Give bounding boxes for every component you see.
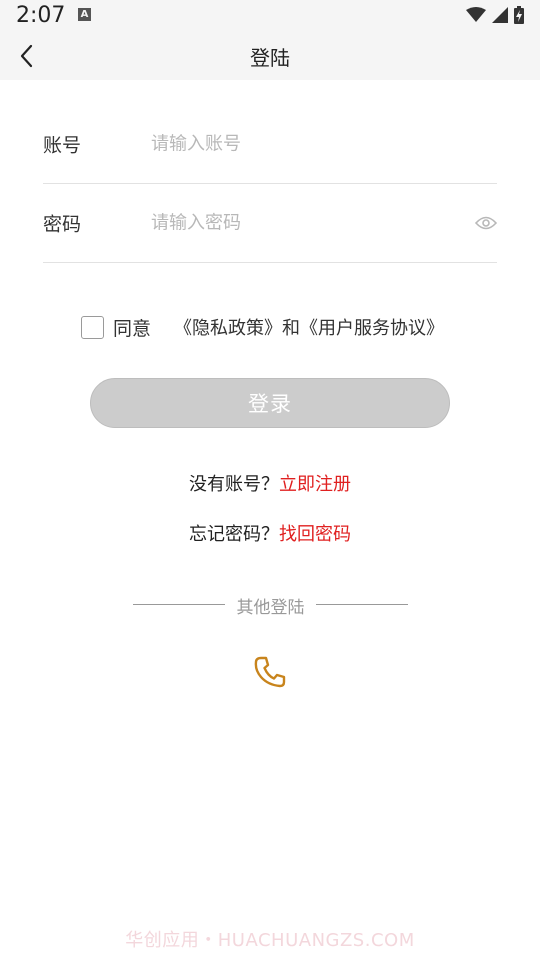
user-terms-link[interactable]: 《用户服务协议》: [300, 318, 444, 339]
login-button[interactable]: 登录: [90, 378, 450, 428]
password-label: 密码: [43, 213, 82, 236]
page-title: 登陆: [250, 46, 290, 70]
agreement-row: 同意: [81, 312, 151, 342]
register-prefix: 没有账号？: [189, 474, 279, 495]
signal-icon: [492, 7, 508, 23]
agree-checkbox[interactable]: [81, 315, 104, 339]
forgot-line: 忘记密码？找回密码: [0, 520, 540, 546]
recover-password-link[interactable]: 找回密码: [279, 524, 351, 545]
battery-charging-icon: [514, 6, 524, 24]
privacy-policy-link[interactable]: 《隐私政策》: [174, 318, 282, 339]
status-bar: 2:07 A: [0, 0, 540, 32]
agreement-links: 《隐私政策》和《用户服务协议》: [174, 314, 444, 340]
password-row: 密码: [43, 184, 498, 263]
phone-icon: [254, 656, 286, 688]
register-line: 没有账号？立即注册: [0, 470, 540, 496]
status-time: 2:07: [16, 3, 66, 28]
forgot-prefix: 忘记密码？: [189, 524, 279, 545]
agreement-and-text: 和: [282, 318, 300, 339]
phone-login-button[interactable]: [253, 655, 287, 689]
eye-icon: [474, 216, 498, 230]
other-login-label: 其他登陆: [236, 598, 305, 618]
account-input[interactable]: [151, 133, 451, 155]
agree-label: 同意: [113, 317, 152, 340]
keyboard-a-icon: A: [78, 8, 91, 21]
password-visibility-toggle[interactable]: [474, 215, 498, 231]
app-bar: 登陆: [0, 32, 540, 80]
wifi-icon: [466, 7, 486, 22]
status-icons: [466, 6, 524, 24]
account-label: 账号: [43, 134, 82, 157]
watermark: 华创应用・HUACHUANGZS.COM: [125, 930, 415, 951]
other-login-divider: 其他登陆: [133, 593, 408, 618]
register-link[interactable]: 立即注册: [279, 474, 351, 495]
password-input[interactable]: [151, 212, 451, 234]
account-row: 账号: [43, 105, 497, 184]
